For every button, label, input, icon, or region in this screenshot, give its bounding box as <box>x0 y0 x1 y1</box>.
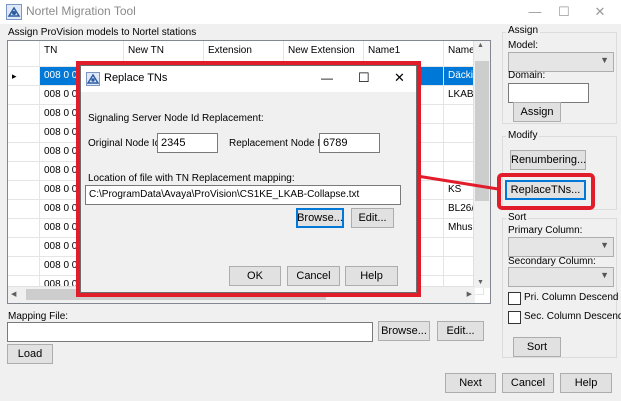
dialog-highlight <box>76 61 421 297</box>
